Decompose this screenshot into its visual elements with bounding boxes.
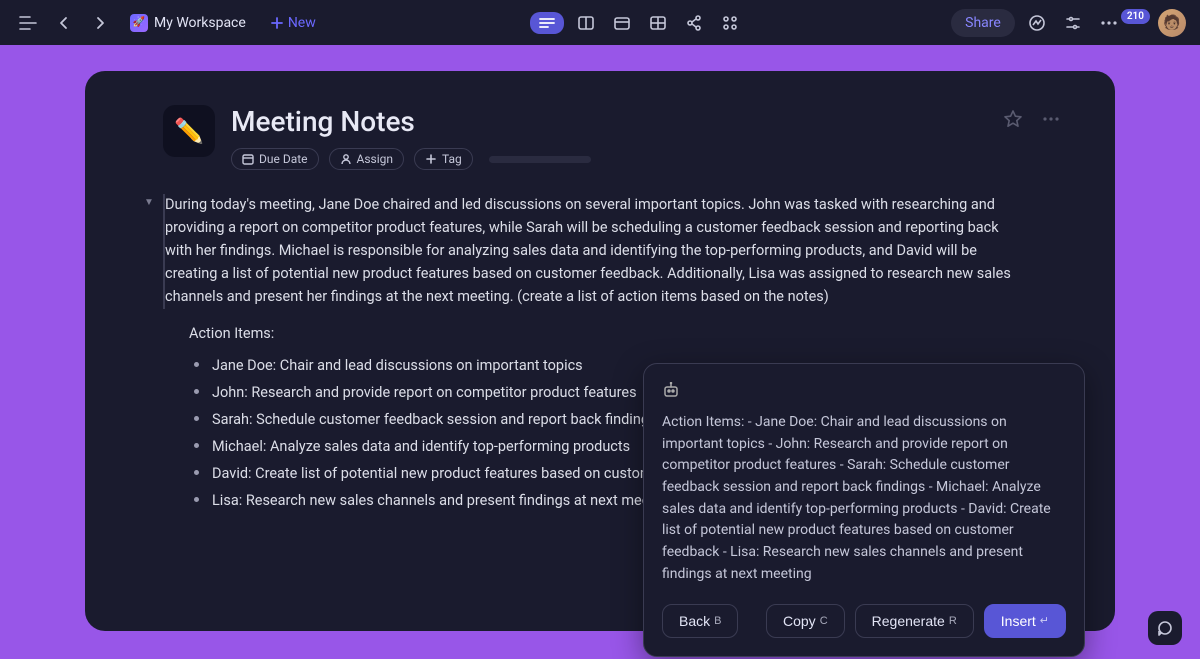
back-icon[interactable]: [50, 9, 78, 37]
view-table-icon[interactable]: [644, 9, 672, 37]
due-date-button[interactable]: Due Date: [231, 148, 319, 170]
copy-button[interactable]: Copy C: [766, 604, 845, 638]
ai-panel: Action Items: - Jane Doe: Chair and lead…: [643, 363, 1085, 657]
workspace-label: My Workspace: [154, 15, 246, 31]
share-button[interactable]: Share: [951, 9, 1015, 37]
star-icon[interactable]: [999, 105, 1027, 133]
doc-more-icon[interactable]: [1037, 105, 1065, 133]
doc-emoji-icon[interactable]: ✏️: [163, 105, 215, 157]
settings-sliders-icon[interactable]: [1059, 9, 1087, 37]
summary-text: During today's meeting, Jane Doe chaired…: [165, 194, 1065, 309]
ai-response-text: Action Items: - Jane Doe: Chair and lead…: [662, 412, 1066, 586]
share-label: Share: [965, 15, 1001, 31]
page-title[interactable]: Meeting Notes: [231, 105, 983, 138]
ai-robot-icon: [662, 382, 1066, 398]
forward-icon[interactable]: [86, 9, 114, 37]
regenerate-button[interactable]: Regenerate R: [855, 604, 974, 638]
topbar: 🚀 My Workspace New Share: [0, 0, 1200, 45]
notification-badge: 210: [1121, 9, 1150, 24]
back-button[interactable]: Back B: [662, 604, 738, 638]
summary-block[interactable]: During today's meeting, Jane Doe chaired…: [163, 194, 1065, 309]
view-page-icon[interactable]: [530, 12, 564, 34]
view-calendar-icon[interactable]: [608, 9, 636, 37]
action-items-heading: Action Items:: [189, 325, 1065, 342]
share-network-icon[interactable]: [680, 9, 708, 37]
view-modules-icon[interactable]: [716, 9, 744, 37]
insert-button[interactable]: Insert ↵: [984, 604, 1066, 638]
menu-icon[interactable]: [14, 9, 42, 37]
help-chat-icon[interactable]: [1148, 611, 1182, 645]
progress-bar: [489, 156, 591, 163]
assign-button[interactable]: Assign: [329, 148, 405, 170]
toggle-caret-icon[interactable]: ▼: [144, 197, 154, 208]
new-label: New: [288, 15, 316, 31]
more-icon[interactable]: [1095, 9, 1123, 37]
avatar[interactable]: 🧑🏽: [1158, 9, 1186, 37]
view-split-icon[interactable]: [572, 9, 600, 37]
workspace-icon: 🚀: [130, 14, 148, 32]
activity-icon[interactable]: [1023, 9, 1051, 37]
document: ✏️ Meeting Notes Due Date Assign Tag: [85, 71, 1115, 631]
tag-button[interactable]: Tag: [414, 148, 473, 170]
due-date-label: Due Date: [259, 152, 308, 166]
assign-label: Assign: [357, 152, 394, 166]
tag-label: Tag: [442, 152, 462, 166]
new-button[interactable]: New: [262, 11, 324, 35]
workspace-button[interactable]: 🚀 My Workspace: [122, 10, 254, 36]
